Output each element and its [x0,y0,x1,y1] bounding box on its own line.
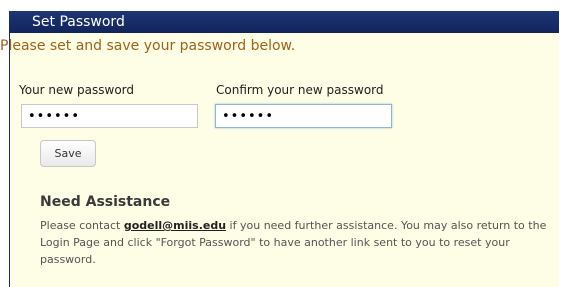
new-password-field[interactable] [21,104,198,128]
save-button[interactable]: Save [40,140,96,167]
panel-title: Set Password [32,14,125,30]
support-email-link[interactable]: godell@miis.edu [124,219,226,232]
need-assistance-heading: Need Assistance [40,194,171,210]
assistance-text-before-link: Please contact [40,219,124,232]
new-password-label: Your new password [19,83,135,97]
confirm-password-label: Confirm your new password [216,83,384,97]
set-password-page: Set Password Please set and save your pa… [0,0,563,287]
instructions-text: Please set and save your password below. [0,38,296,54]
confirm-password-field[interactable] [215,104,392,128]
need-assistance-text: Please contact godell@miis.edu if you ne… [40,217,550,268]
